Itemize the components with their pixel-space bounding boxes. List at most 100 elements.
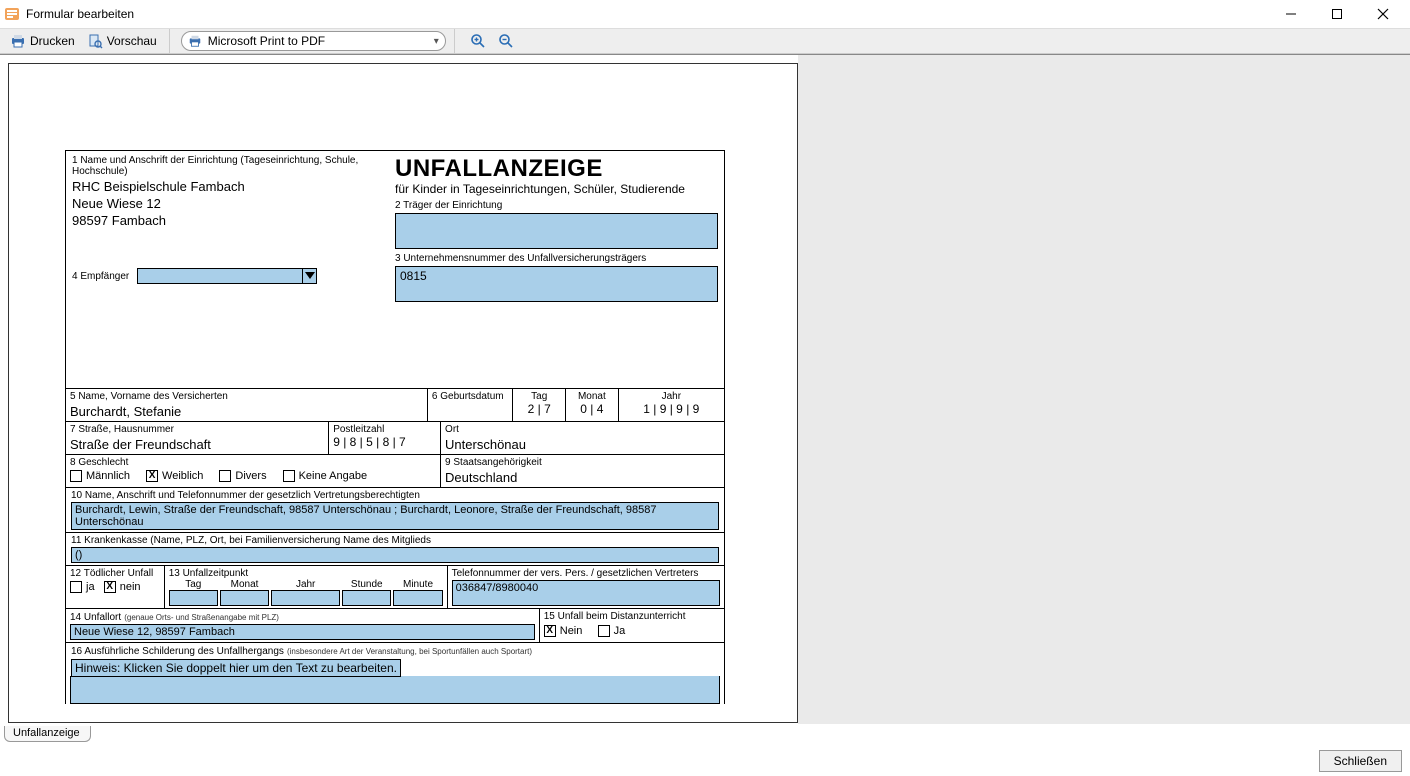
print-button[interactable]: Drucken [6, 31, 79, 51]
hint-section-16: (insbesondere Art der Veranstaltung, bei… [287, 647, 532, 656]
preview-icon [87, 33, 103, 49]
label-distanz-ja: Ja [614, 625, 626, 637]
traeger-input[interactable] [395, 213, 718, 249]
school-city: 98597 Fambach [72, 213, 395, 228]
birth-month: 0 | 4 [570, 402, 614, 416]
label-nein: nein [120, 581, 141, 593]
label-section-10: 10 Name, Anschrift und Telefonnummer der… [71, 490, 719, 501]
preview-button[interactable]: Vorschau [83, 31, 161, 51]
unternehmensnummer-input[interactable]: 0815 [395, 266, 718, 302]
krankenkasse-input[interactable]: () [71, 547, 719, 563]
label-section-7: 7 Straße, Hausnummer [70, 424, 324, 435]
label-unfall-monat: Monat [220, 579, 269, 590]
checkbox-weiblich[interactable]: X [146, 470, 158, 482]
form-subtitle: für Kinder in Tageseinrichtungen, Schüle… [395, 182, 718, 196]
recipient-select[interactable] [137, 268, 317, 284]
form-unfallanzeige: 1 Name und Anschrift der Einrichtung (Ta… [65, 150, 725, 704]
canvas-background [798, 55, 1410, 724]
plz-value: 9 | 8 | 5 | 8 | 7 [333, 435, 436, 449]
window-title: Formular bearbeiten [26, 7, 134, 21]
label-section-3: 3 Unternehmensnummer des Unfallversicher… [395, 253, 718, 264]
unfall-tag-input[interactable] [169, 590, 218, 606]
printer-select[interactable]: Microsoft Print to PDF ▾ [181, 31, 446, 51]
workspace: 1 Name und Anschrift der Einrichtung (Ta… [0, 54, 1410, 724]
label-phone: Telefonnummer der vers. Pers. / gesetzli… [452, 568, 720, 579]
titlebar: Formular bearbeiten [0, 0, 1410, 28]
toolbar: Drucken Vorschau Microsoft Print to PDF … [0, 28, 1410, 54]
label-unfall-jahr: Jahr [271, 579, 340, 590]
versicherter-name: Burchardt, Stefanie [70, 404, 423, 419]
unfall-jahr-input[interactable] [271, 590, 339, 606]
label-section-2: 2 Träger der Einrichtung [395, 200, 718, 211]
zoom-out-button[interactable] [494, 31, 518, 51]
label-section-16: 16 Ausführliche Schilderung des Unfallhe… [71, 646, 284, 657]
checkbox-distanz-ja[interactable] [598, 625, 610, 637]
label-maennlich: Männlich [86, 470, 130, 482]
printer-icon [188, 34, 202, 48]
footer: Schließen [1319, 750, 1402, 772]
label-tag: Tag [517, 391, 561, 402]
preview-label: Vorschau [107, 34, 157, 48]
guardians-input[interactable]: Burchardt, Lewin, Straße der Freundschaf… [71, 502, 719, 530]
label-unfall-minute: Minute [393, 579, 442, 590]
unfall-minute-input[interactable] [393, 590, 442, 606]
label-section-1: 1 Name und Anschrift der Einrichtung (Ta… [72, 155, 395, 177]
tab-unfallanzeige[interactable]: Unfallanzeige [4, 726, 91, 742]
label-section-9: 9 Staatsangehörigkeit [445, 457, 720, 468]
maximize-button[interactable] [1314, 0, 1360, 28]
separator [169, 29, 173, 53]
printer-name: Microsoft Print to PDF [208, 34, 325, 48]
minimize-button[interactable] [1268, 0, 1314, 28]
label-plz: Postleitzahl [333, 424, 436, 435]
unfall-stunde-input[interactable] [342, 590, 391, 606]
label-ort: Ort [445, 424, 720, 435]
description-textarea[interactable] [70, 676, 720, 704]
label-section-5: 5 Name, Vorname des Versicherten [70, 391, 423, 402]
close-dialog-button[interactable]: Schließen [1319, 750, 1402, 772]
label-section-12: 12 Tödlicher Unfall [70, 568, 160, 579]
label-divers: Divers [235, 470, 266, 482]
label-section-6: 6 Geburtsdatum [432, 391, 509, 402]
label-keine-angabe: Keine Angabe [299, 470, 368, 482]
label-section-11: 11 Krankenkasse (Name, PLZ, Ort, bei Fam… [71, 535, 719, 546]
unfallort-input[interactable]: Neue Wiese 12, 98597 Fambach [70, 624, 535, 640]
birth-year: 1 | 9 | 9 | 9 [623, 402, 720, 416]
label-weiblich: Weiblich [162, 470, 203, 482]
label-jahr: Jahr [623, 391, 720, 402]
label-distanz-nein: Nein [560, 625, 583, 637]
label-section-4: 4 Empfänger [72, 271, 129, 282]
checkbox-toedlich-nein[interactable]: X [104, 581, 116, 593]
label-unfall-tag: Tag [169, 579, 218, 590]
unfall-monat-input[interactable] [220, 590, 269, 606]
printer-icon [10, 33, 26, 49]
form-title: UNFALLANZEIGE [395, 155, 718, 183]
label-section-14: 14 Unfallort [70, 612, 121, 623]
ort-value: Unterschönau [445, 437, 720, 452]
description-input[interactable]: Hinweis: Klicken Sie doppelt hier um den… [71, 659, 401, 677]
school-street: Neue Wiese 12 [72, 196, 395, 211]
street-value: Straße der Freundschaft [70, 437, 324, 452]
zoom-in-button[interactable] [466, 31, 490, 51]
chevron-down-icon [302, 269, 316, 283]
checkbox-keine-angabe[interactable] [283, 470, 295, 482]
checkbox-maennlich[interactable] [70, 470, 82, 482]
phone-input[interactable]: 036847/8980040 [452, 580, 720, 606]
label-section-15: 15 Unfall beim Distanzunterricht [544, 611, 720, 622]
birth-day: 2 | 7 [517, 402, 561, 416]
chevron-down-icon: ▾ [434, 36, 439, 47]
school-name: RHC Beispielschule Fambach [72, 179, 395, 194]
close-button[interactable] [1360, 0, 1406, 28]
hint-section-14: (genaue Orts- und Straßenangabe mit PLZ) [124, 613, 279, 622]
zoom-in-icon [470, 33, 486, 49]
tab-strip: Unfallanzeige [0, 724, 1410, 742]
label-unfall-stunde: Stunde [342, 579, 391, 590]
page-canvas[interactable]: 1 Name und Anschrift der Einrichtung (Ta… [8, 63, 798, 723]
checkbox-distanz-nein[interactable]: X [544, 625, 556, 637]
nationality-value: Deutschland [445, 470, 720, 485]
checkbox-divers[interactable] [219, 470, 231, 482]
label-monat: Monat [570, 391, 614, 402]
app-icon [4, 6, 20, 22]
print-label: Drucken [30, 34, 75, 48]
checkbox-toedlich-ja[interactable] [70, 581, 82, 593]
label-ja: ja [86, 581, 95, 593]
